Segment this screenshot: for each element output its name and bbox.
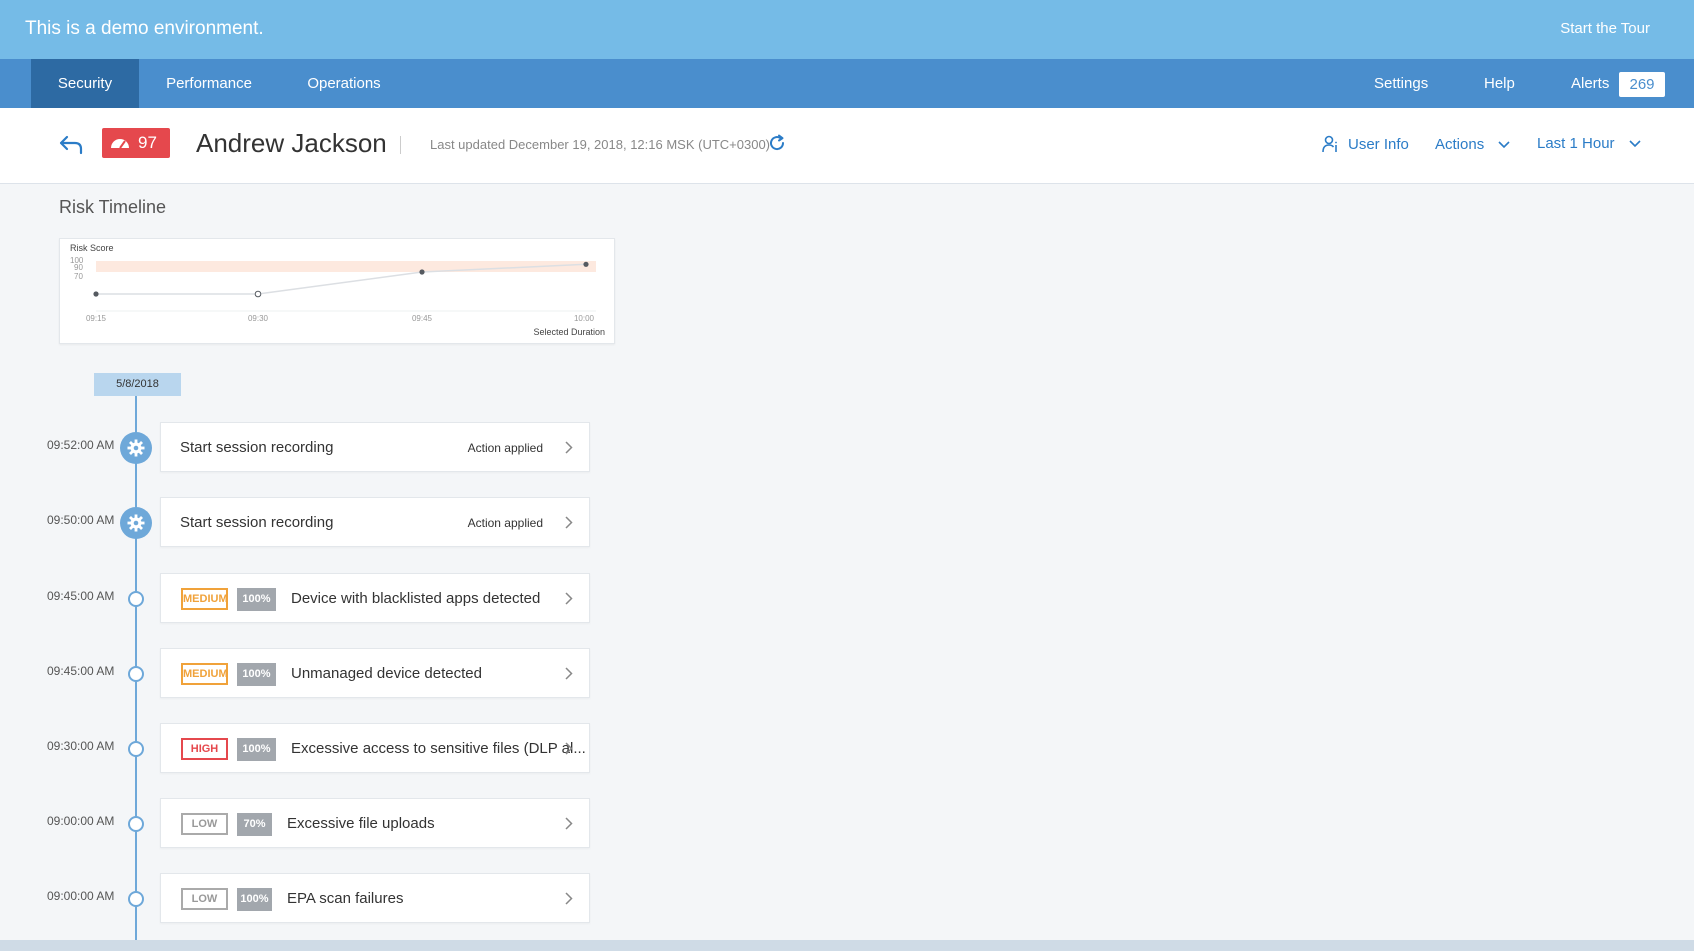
chevron-right-icon — [565, 742, 573, 755]
event-time: 09:52:00 AM — [47, 438, 115, 452]
header-divider — [400, 136, 401, 154]
event-card[interactable]: HIGH 100% Excessive access to sensitive fi… — [160, 723, 590, 773]
timeline-node — [128, 741, 144, 757]
event-card[interactable]: MEDIUM 100% Unmanaged device detected — [160, 648, 590, 698]
event-title: Start session recording — [180, 514, 334, 531]
timeline-node — [128, 891, 144, 907]
event-time: 09:30:00 AM — [47, 739, 115, 753]
alerts-count-badge[interactable]: 269 — [1619, 72, 1665, 97]
confidence-badge: 70% — [237, 813, 272, 836]
back-arrow-icon[interactable] — [58, 134, 84, 156]
chevron-right-icon — [565, 892, 573, 905]
chevron-down-icon — [1629, 140, 1641, 148]
chart-legend-label: Selected Duration — [533, 327, 605, 337]
severity-badge: HIGH — [181, 738, 228, 760]
section-title: Risk Timeline — [59, 197, 167, 217]
user-info-icon — [1322, 135, 1337, 153]
severity-badge: MEDIUM — [181, 588, 228, 610]
confidence-badge: 100% — [237, 663, 276, 686]
data-point[interactable] — [419, 269, 425, 275]
user-name: Andrew Jackson — [196, 128, 387, 158]
event-title: Unmanaged device detected — [291, 665, 482, 682]
gauge-icon — [110, 136, 130, 154]
bottom-scroll-strip — [0, 940, 1694, 951]
actions-dropdown[interactable]: Actions — [1435, 136, 1510, 153]
refresh-icon[interactable] — [768, 134, 786, 157]
time-range-label: Last 1 Hour — [1537, 135, 1615, 152]
x-tick-label: 09:45 — [412, 314, 433, 323]
settings-link[interactable]: Settings — [1374, 59, 1428, 108]
x-tick-label: 09:30 — [248, 314, 269, 323]
chart-ylabel: Risk Score — [70, 243, 114, 253]
user-info-button[interactable]: User Info — [1322, 135, 1409, 153]
event-time: 09:45:00 AM — [47, 664, 115, 678]
chevron-right-icon — [565, 516, 573, 529]
x-tick-label: 09:15 — [86, 314, 107, 323]
event-card[interactable]: LOW 70% Excessive file uploads — [160, 798, 590, 848]
chevron-right-icon — [565, 592, 573, 605]
event-status: Action applied — [467, 441, 543, 455]
series-line — [257, 271, 423, 295]
user-info-label: User Info — [1348, 136, 1409, 153]
confidence-badge: 100% — [237, 588, 276, 611]
gear-icon — [120, 507, 152, 539]
user-header: 97 Andrew Jackson Last updated December … — [0, 108, 1694, 184]
timeline-node — [128, 666, 144, 682]
event-title: Device with blacklisted apps detected — [291, 590, 541, 607]
event-card[interactable]: MEDIUM 100% Device with blacklisted apps d… — [160, 573, 590, 623]
timeline-node — [128, 816, 144, 832]
chevron-right-icon — [565, 817, 573, 830]
event-time: 09:00:00 AM — [47, 814, 115, 828]
risk-score-badge: 97 — [102, 128, 170, 158]
tab-security[interactable]: Security — [31, 59, 139, 108]
chart-xticks: 09:15 09:30 09:45 10:00 — [86, 314, 595, 323]
data-point[interactable] — [583, 261, 589, 267]
risk-score-chart-svg: Risk Score 100 90 70 09:15 09:30 09:45 10:0… — [70, 243, 605, 337]
tab-operations[interactable]: Operations — [290, 59, 398, 108]
risk-score-chart[interactable]: Risk Score 100 90 70 09:15 09:30 09:45 10:0… — [59, 238, 615, 344]
actions-label: Actions — [1435, 136, 1485, 153]
severity-badge: MEDIUM — [181, 663, 228, 685]
timeline-node — [128, 591, 144, 607]
event-title: EPA scan failures — [287, 890, 404, 907]
demo-message: This is a demo environment. — [25, 18, 264, 39]
event-card[interactable]: LOW 100% EPA scan failures — [160, 873, 590, 923]
x-tick-label: 10:00 — [574, 314, 595, 323]
risk-band — [96, 261, 596, 272]
last-updated-text: Last updated December 19, 2018, 12:16 MS… — [430, 137, 771, 152]
chevron-right-icon — [565, 441, 573, 454]
chevron-right-icon — [565, 667, 573, 680]
event-time: 09:50:00 AM — [47, 513, 115, 527]
event-title: Start session recording — [180, 439, 334, 456]
help-link[interactable]: Help — [1484, 59, 1515, 108]
demo-banner: This is a demo environment. Start the To… — [0, 0, 1694, 59]
main-nav: Security Performance Operations Settings… — [0, 59, 1694, 108]
severity-badge: LOW — [181, 888, 228, 910]
data-point[interactable] — [254, 290, 262, 298]
event-status: Action applied — [467, 516, 543, 530]
event-card[interactable]: Start session recording Action applied — [160, 497, 590, 547]
y-tick-label: 70 — [74, 272, 83, 281]
tab-performance[interactable]: Performance — [150, 59, 268, 108]
confidence-badge: 100% — [237, 738, 276, 761]
timeline-date: 5/8/2018 — [94, 373, 181, 396]
gear-icon — [120, 432, 152, 464]
y-tick-label: 90 — [74, 263, 83, 272]
alerts-link[interactable]: Alerts — [1571, 59, 1609, 108]
start-tour-link[interactable]: Start the Tour — [1560, 20, 1650, 37]
chevron-down-icon — [1498, 141, 1510, 149]
confidence-badge: 100% — [237, 888, 272, 911]
time-range-dropdown[interactable]: Last 1 Hour — [1537, 135, 1641, 152]
event-time: 09:45:00 AM — [47, 589, 115, 603]
severity-badge: LOW — [181, 813, 228, 835]
event-title: Excessive file uploads — [287, 815, 435, 832]
event-card[interactable]: Start session recording Action applied — [160, 422, 590, 472]
event-time: 09:00:00 AM — [47, 889, 115, 903]
event-title: Excessive access to sensitive files (DLP… — [291, 740, 586, 757]
risk-score-value: 97 — [138, 133, 157, 152]
data-point[interactable] — [93, 291, 99, 297]
